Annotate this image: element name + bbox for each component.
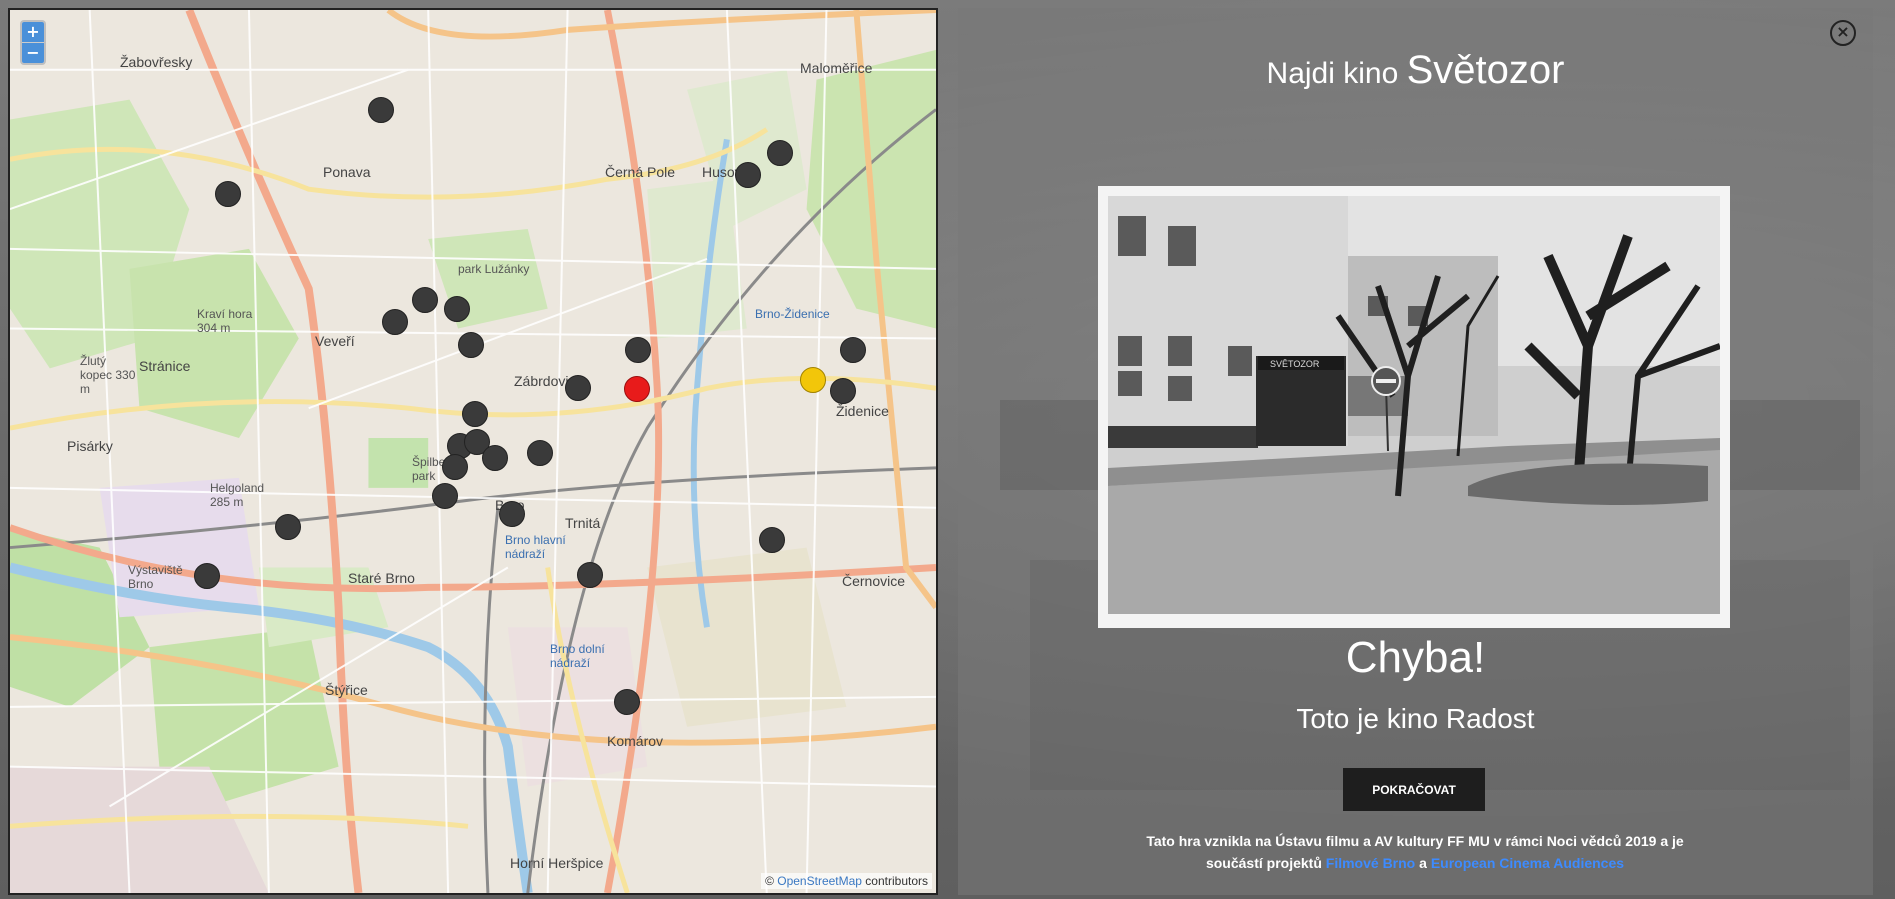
cinema-marker[interactable] — [215, 181, 241, 207]
zoom-out-button[interactable]: − — [22, 42, 44, 63]
cinema-marker[interactable] — [499, 501, 525, 527]
cinema-marker[interactable] — [368, 97, 394, 123]
close-button[interactable]: × — [1830, 20, 1856, 46]
cinema-photo: SVĚTOZOR — [1098, 186, 1730, 628]
map-attribution: © OpenStreetMap contributors — [761, 873, 932, 889]
map-label: Staré Brno — [348, 570, 415, 586]
map[interactable]: + − Žabovřesky Maloměřice Ponava Černá P… — [8, 8, 938, 895]
cinema-marker[interactable] — [614, 689, 640, 715]
european-cinema-audiences-link[interactable]: European Cinema Audiences — [1431, 855, 1624, 871]
map-label: Helgoland 285 m — [210, 481, 265, 509]
cinema-marker[interactable] — [840, 337, 866, 363]
correct-cinema-marker[interactable] — [800, 367, 826, 393]
cinema-marker[interactable] — [767, 140, 793, 166]
map-label: Brno hlavní nádraží — [505, 533, 566, 561]
game-heading: Najdi kino Světozor — [958, 48, 1873, 93]
cinema-marker[interactable] — [382, 309, 408, 335]
map-label: Ponava — [323, 164, 371, 180]
cinema-marker[interactable] — [830, 378, 856, 404]
openstreetmap-link[interactable]: OpenStreetMap — [777, 874, 862, 888]
footer-and: a — [1415, 855, 1431, 871]
cinema-marker[interactable] — [577, 562, 603, 588]
heading-prefix: Najdi kino — [1266, 57, 1407, 90]
zoom-control: + − — [20, 20, 46, 65]
footer-credits: Tato hra vznikla na Ústavu filmu a AV ku… — [1130, 830, 1700, 874]
cinema-marker[interactable] — [458, 332, 484, 358]
map-label: Veveří — [315, 333, 355, 349]
map-label: Brno-Židenice — [755, 307, 830, 321]
cinema-marker[interactable] — [432, 483, 458, 509]
map-label: Žlutý kopec 330 m — [80, 354, 136, 396]
map-label: Trnitá — [565, 515, 601, 531]
cinema-marker[interactable] — [527, 440, 553, 466]
map-label: Stránice — [139, 358, 191, 374]
map-label: Židenice — [836, 403, 889, 419]
selected-cinema-marker[interactable] — [624, 376, 650, 402]
cinema-marker[interactable] — [482, 445, 508, 471]
map-label: Horní Heršpice — [510, 855, 604, 871]
cinema-marker[interactable] — [275, 514, 301, 540]
cinema-marker[interactable] — [194, 563, 220, 589]
cinema-photo-image: SVĚTOZOR — [1108, 196, 1720, 614]
map-label: Štýřice — [325, 682, 368, 698]
cinema-marker[interactable] — [735, 162, 761, 188]
cinema-marker[interactable] — [462, 401, 488, 427]
continue-button[interactable]: POKRAČOVAT — [1343, 768, 1485, 811]
attribution-prefix: © — [765, 874, 774, 888]
result-title: Chyba! — [1345, 633, 1486, 682]
map-label: Výstaviště Brno — [128, 563, 183, 591]
map-label: Pisárky — [67, 438, 113, 454]
map-label: Černovice — [842, 573, 906, 589]
cinema-marker[interactable] — [565, 375, 591, 401]
map-label: Černá Pole — [605, 164, 676, 180]
close-icon: × — [1836, 22, 1850, 41]
cinema-marker[interactable] — [444, 296, 470, 322]
map-label: Maloměřice — [800, 60, 873, 76]
cinema-marker[interactable] — [625, 337, 651, 363]
map-label: Žabovřesky — [120, 54, 193, 70]
map-label: Brno dolní nádraží — [550, 642, 605, 670]
photo-sign: SVĚTOZOR — [1270, 359, 1320, 369]
cinema-marker[interactable] — [442, 454, 468, 480]
map-label: Komárov — [607, 733, 664, 749]
cinema-marker[interactable] — [412, 287, 438, 313]
target-cinema-name: Světozor — [1406, 48, 1565, 92]
map-label: park Lužánky — [458, 262, 530, 276]
zoom-in-button[interactable]: + — [22, 22, 44, 42]
cinema-marker[interactable] — [759, 527, 785, 553]
attribution-suffix: contributors — [861, 874, 928, 888]
filmove-brno-link[interactable]: Filmové Brno — [1326, 855, 1415, 871]
result-text: Toto je kino Radost — [1296, 703, 1535, 734]
map-label: Kraví hora 304 m — [197, 307, 253, 335]
